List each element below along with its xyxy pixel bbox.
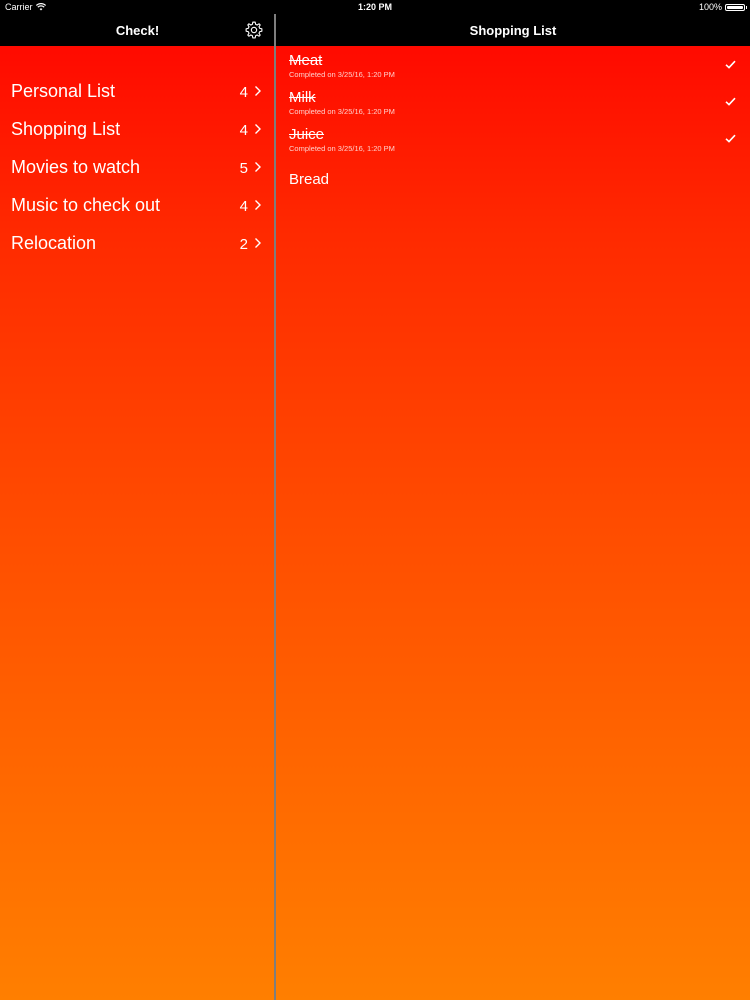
lists-nav-bar: Check! [0, 14, 275, 46]
item-row-meat[interactable]: Meat Completed on 3/25/16, 1:20 PM [276, 52, 750, 89]
battery-indicator: 100% [698, 2, 747, 12]
chevron-right-icon [255, 124, 261, 134]
items-table: Meat Completed on 3/25/16, 1:20 PM Milk … [276, 46, 750, 203]
list-item-relocation[interactable]: Relocation 2 [0, 224, 274, 262]
chevron-right-icon [255, 162, 261, 172]
battery-percent: 100% [698, 2, 722, 12]
items-pane: Meat Completed on 3/25/16, 1:20 PM Milk … [276, 46, 750, 1000]
gear-icon [245, 21, 263, 39]
chevron-right-icon [255, 86, 261, 96]
checkmark-icon [725, 134, 736, 143]
list-item-count: 2 [239, 236, 248, 253]
checkmark-icon [725, 97, 736, 106]
list-item-count: 4 [239, 198, 248, 215]
item-name: Juice [289, 126, 325, 143]
chevron-right-icon [255, 200, 261, 210]
list-item-count: 4 [239, 122, 248, 139]
checkmark-icon [725, 60, 736, 69]
list-item-label: Movies to watch [11, 156, 141, 177]
item-completed-date: Completed on 3/25/16, 1:20 PM [289, 144, 395, 153]
ipad-screen: Carrier 1:20 PM 100% Check! Shopping Lis… [0, 0, 750, 1000]
item-row-juice[interactable]: Juice Completed on 3/25/16, 1:20 PM [276, 126, 750, 163]
list-item-label: Personal List [11, 80, 116, 101]
lists-table: Personal List 4 Shopping List 4 Movies t… [0, 46, 274, 262]
list-detail-nav-bar: Shopping List [276, 14, 750, 46]
list-item-personal-list[interactable]: Personal List 4 [0, 72, 274, 110]
settings-button[interactable] [243, 19, 265, 41]
lists-pane: Personal List 4 Shopping List 4 Movies t… [0, 46, 274, 1000]
item-row-bread[interactable]: Bread [276, 163, 750, 203]
status-time: 1:20 PM [357, 2, 392, 12]
list-item-count: 4 [239, 84, 248, 101]
list-item-label: Shopping List [11, 118, 121, 139]
list-item-movies-to-watch[interactable]: Movies to watch 5 [0, 148, 274, 186]
chevron-right-icon [255, 238, 261, 248]
app-title: Check! [115, 22, 160, 38]
list-item-count: 5 [239, 160, 248, 177]
list-item-music-to-check-out[interactable]: Music to check out 4 [0, 186, 274, 224]
list-item-shopping-list[interactable]: Shopping List 4 [0, 110, 274, 148]
item-completed-date: Completed on 3/25/16, 1:20 PM [289, 70, 395, 79]
item-name: Milk [289, 89, 316, 106]
item-name: Bread [289, 171, 330, 188]
list-detail-title: Shopping List [469, 22, 557, 38]
list-item-label: Relocation [11, 232, 97, 253]
battery-icon [725, 3, 747, 11]
status-bar: Carrier 1:20 PM 100% [0, 0, 750, 14]
list-item-label: Music to check out [11, 194, 161, 215]
item-name: Meat [289, 52, 323, 69]
item-row-milk[interactable]: Milk Completed on 3/25/16, 1:20 PM [276, 89, 750, 126]
item-completed-date: Completed on 3/25/16, 1:20 PM [289, 107, 395, 116]
